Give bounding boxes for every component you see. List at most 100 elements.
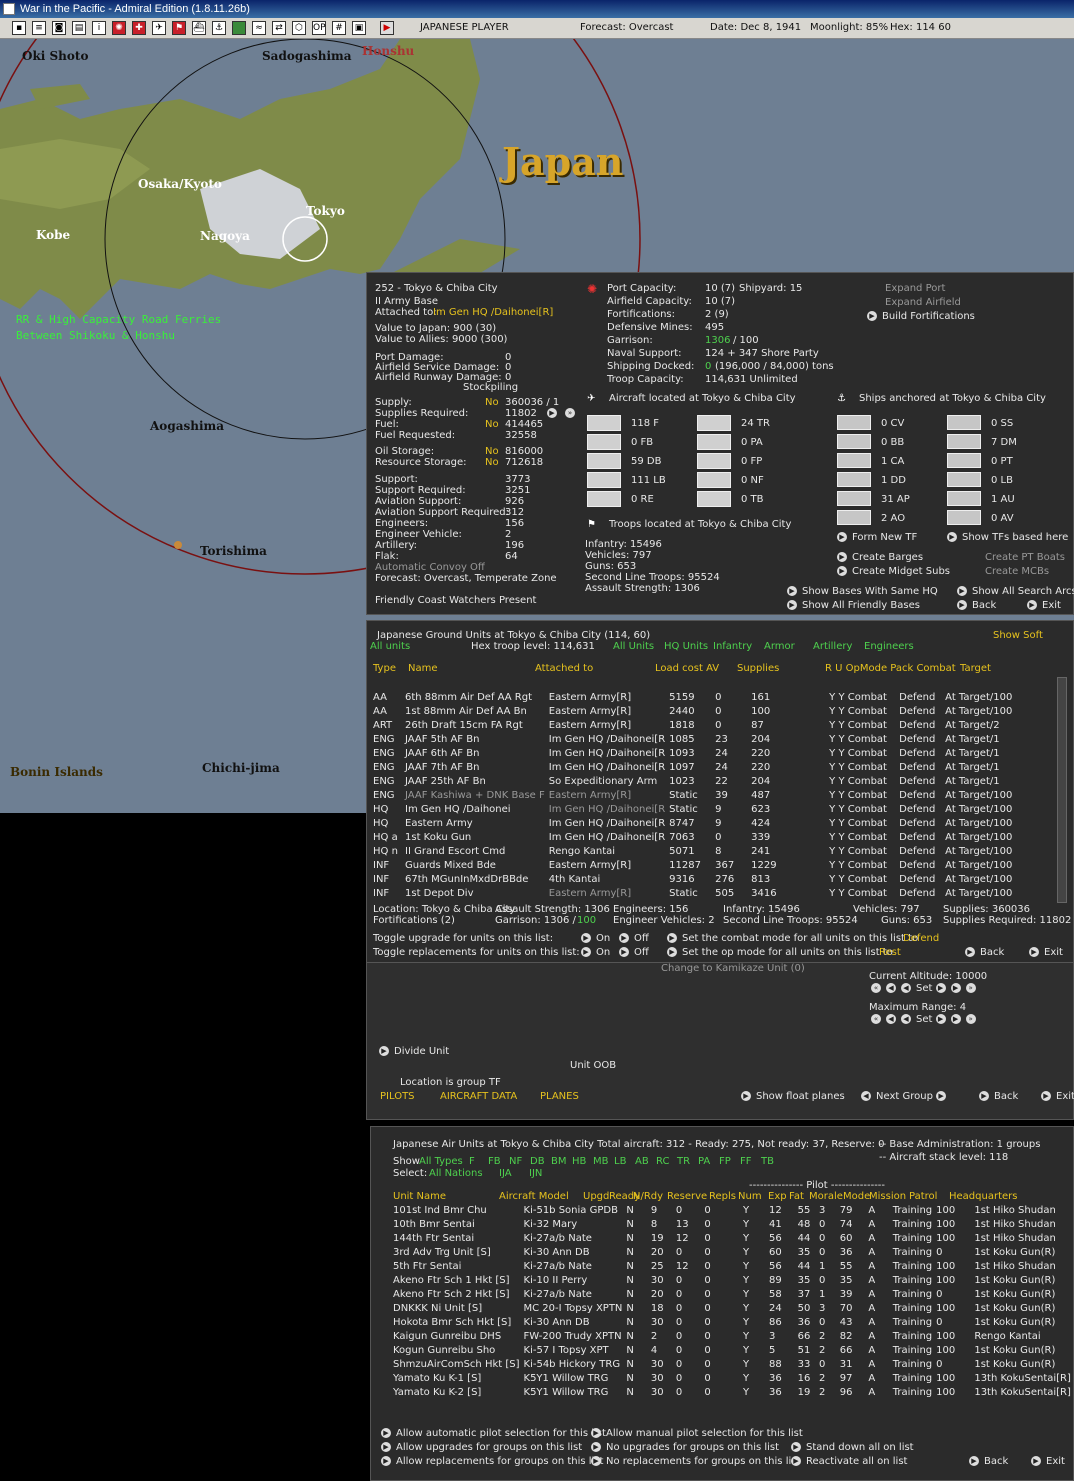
ground-cell[interactable]: Y Y Combat <box>827 816 897 830</box>
ground-cell[interactable]: Eastern Army <box>403 816 547 830</box>
air-unit-row[interactable]: Yamato Ku K-2 [S] K5Y1 Willow TRG N 30 0 0 Y 36… <box>391 1385 1073 1399</box>
air-unit-row[interactable]: 101st Ind Bmr Chu Ki-51b Sonia GPDB N 9 0 0 Y 1… <box>391 1203 1073 1217</box>
replace-on-button[interactable]: ▶ On <box>581 947 610 958</box>
set-label[interactable]: Set <box>916 1014 932 1025</box>
col-supplies[interactable]: Supplies <box>737 663 779 674</box>
ground-cell[interactable]: Defend <box>897 872 943 886</box>
ground-cell[interactable]: Im Gen HQ /Daihonei <box>403 802 547 816</box>
ship-icon[interactable]: ⛴ <box>192 21 206 35</box>
air-cell[interactable]: DNKKK Ni Unit [S] <box>391 1301 522 1315</box>
air-col-header[interactable]: Mission <box>869 1191 906 1202</box>
ship-class-icon[interactable] <box>837 472 871 487</box>
terrain-icon[interactable] <box>232 21 246 35</box>
select-all-nations[interactable]: All Nations <box>429 1168 483 1179</box>
allow-replacements-button[interactable]: ▶ Allow replacements for groups on this l… <box>381 1456 603 1467</box>
convoy-icon[interactable]: ⇄ <box>272 21 286 35</box>
ground-cell[interactable]: Y Y Combat <box>827 704 897 718</box>
float-planes-button[interactable]: ▶ Show float planes <box>741 1091 845 1102</box>
ship-class-icon[interactable] <box>947 510 981 525</box>
ground-cell[interactable]: JAAF 7th AF Bn <box>403 760 547 774</box>
replace-off-button[interactable]: ▶ Off <box>619 947 649 958</box>
report-icon[interactable]: ≡ <box>32 21 46 35</box>
aircraft-data-tab[interactable]: AIRCRAFT DATA <box>440 1091 517 1102</box>
ground-exit-button[interactable]: ▶ Exit <box>1029 947 1063 958</box>
pilots-tab[interactable]: PILOTS <box>380 1091 415 1102</box>
upgrade-off-button[interactable]: ▶ Off <box>619 933 649 944</box>
ship-class-icon[interactable] <box>837 453 871 468</box>
ground-unit-row[interactable]: AA 6th 88mm Air Def AA Rgt Eastern Army[R]… <box>371 690 1014 704</box>
aircraft-type-icon[interactable] <box>697 434 731 450</box>
create-mcb-button[interactable]: Create MCBs <box>985 566 1049 577</box>
resource-toggle[interactable]: No <box>485 457 499 468</box>
type-filter[interactable]: All Types <box>419 1156 463 1167</box>
air-col-header[interactable]: Num <box>738 1191 762 1202</box>
set-label[interactable]: Set <box>916 983 932 994</box>
ground-cell[interactable]: Y Y Combat <box>827 844 897 858</box>
air-unit-row[interactable]: 3rd Adv Trg Unit [S] Ki-30 Ann DB N 20 0 0 Y 60… <box>391 1245 1073 1259</box>
col-modes[interactable]: R U OpMode Pack Combat <box>825 663 956 674</box>
type-filter[interactable]: FF <box>740 1156 752 1167</box>
next-group-button[interactable]: ◀ Next Group ▶ <box>861 1091 951 1102</box>
col-name[interactable]: Name <box>408 663 438 674</box>
filter-artillery[interactable]: Artillery <box>813 641 852 652</box>
up-fast-icon[interactable]: ▶ <box>950 983 961 993</box>
airgroup-icon[interactable]: ✈ <box>152 21 166 35</box>
ground-cell[interactable]: Y Y Combat <box>827 872 897 886</box>
ground-cell[interactable]: Y Y Combat <box>827 760 897 774</box>
range-controls[interactable]: « ◀ ◀ Set ▶ ▶ » <box>871 1014 981 1025</box>
end-turn-icon[interactable]: ▶ <box>380 21 394 35</box>
air-unit-row[interactable]: DNKKK Ni Unit [S] MC 20-I Topsy XPTN N 18 0 0… <box>391 1301 1073 1315</box>
base-exit-button[interactable]: ▶ Exit <box>1027 600 1061 611</box>
air-col-header[interactable]: Morale <box>809 1191 843 1202</box>
ground-cell[interactable]: Y Y Combat <box>827 690 897 704</box>
type-filter[interactable]: F <box>469 1156 475 1167</box>
ground-unit-row[interactable]: INF 1st Depot Div Eastern Army[R] Static 505… <box>371 886 1014 900</box>
col-type[interactable]: Type <box>373 663 396 674</box>
air-col-header[interactable]: Upgd <box>583 1191 609 1202</box>
air-cell[interactable]: 10th Bmr Sentai <box>391 1217 522 1231</box>
tf-back-button[interactable]: ▶ Back <box>979 1091 1018 1102</box>
aircraft-type-icon[interactable] <box>697 472 731 488</box>
ground-unit-row[interactable]: ENG JAAF 6th AF Bn Im Gen HQ /Daihonei[R 10… <box>371 746 1014 760</box>
ground-cell[interactable]: Y Y Combat <box>827 746 897 760</box>
ground-cell[interactable]: Defend <box>897 788 943 802</box>
type-filter[interactable]: MB <box>593 1156 609 1167</box>
ground-cell[interactable]: Defend <box>897 858 943 872</box>
show-search-button[interactable]: ▶ Show All Search Arcs <box>957 586 1074 597</box>
ground-cell[interactable]: 1st Depot Div <box>403 886 547 900</box>
attached-hq-link[interactable]: Im Gen HQ /Daihonei[R] <box>433 307 553 318</box>
auto-pilot-button[interactable]: ▶ Allow automatic pilot selection for thi… <box>381 1428 606 1439</box>
type-filter[interactable]: TR <box>677 1156 690 1167</box>
ground-unit-row[interactable]: ENG JAAF 7th AF Bn Im Gen HQ /Daihonei[R 10… <box>371 760 1014 774</box>
ground-unit-row[interactable]: INF Guards Mixed Bde Eastern Army[R] 11287 3… <box>371 858 1014 872</box>
expand-port-button[interactable]: Expand Port <box>885 283 945 294</box>
air-unit-row[interactable]: 10th Bmr Sentai Ki-32 Mary N 8 13 0 Y 41 48 0 74 A T… <box>391 1217 1073 1231</box>
ground-cell[interactable]: Y Y Combat <box>827 858 897 872</box>
filter-infantry[interactable]: Infantry <box>713 641 752 652</box>
aircraft-type-icon[interactable] <box>697 453 731 469</box>
col-attached[interactable]: Attached to <box>535 663 593 674</box>
ground-cell[interactable]: JAAF 25th AF Bn <box>403 774 547 788</box>
air-cell[interactable]: 101st Ind Bmr Chu <box>391 1203 522 1217</box>
ground-cell[interactable]: Defend <box>897 690 943 704</box>
divide-unit-button[interactable]: ▶ Divide Unit <box>379 1046 449 1057</box>
ground-cell[interactable]: Defend <box>897 816 943 830</box>
expand-airfield-button[interactable]: Expand Airfield <box>885 297 961 308</box>
ground-cell[interactable]: Defend <box>897 802 943 816</box>
air-unit-row[interactable]: Hokota Bmr Sch Hkt [S] Ki-30 Ann DB N 30 0 0 Y… <box>391 1315 1073 1329</box>
ship-class-icon[interactable] <box>837 415 871 430</box>
oil-toggle[interactable]: No <box>485 446 499 457</box>
grid-icon[interactable]: # <box>332 21 346 35</box>
type-filter[interactable]: FB <box>488 1156 501 1167</box>
info-icon[interactable]: i <box>92 21 106 35</box>
air-unit-row[interactable]: Akeno Ftr Sch 1 Hkt [S] Ki-10 II Perry N 30… <box>391 1273 1073 1287</box>
aircraft-type-icon[interactable] <box>697 491 731 507</box>
ground-cell[interactable]: 1st Koku Gun <box>403 830 547 844</box>
air-cell[interactable]: ShmzuAirComSch Hkt [S] <box>391 1357 522 1371</box>
ground-cell[interactable]: Defend <box>897 704 943 718</box>
supply-right-arrow-icon[interactable]: ▶ <box>547 408 557 418</box>
air-col-header[interactable]: Headquarters <box>949 1191 1017 1202</box>
down-icon[interactable]: ◀ <box>901 983 911 993</box>
aircraft-type-icon[interactable] <box>587 415 621 431</box>
ship-class-icon[interactable] <box>947 415 981 430</box>
